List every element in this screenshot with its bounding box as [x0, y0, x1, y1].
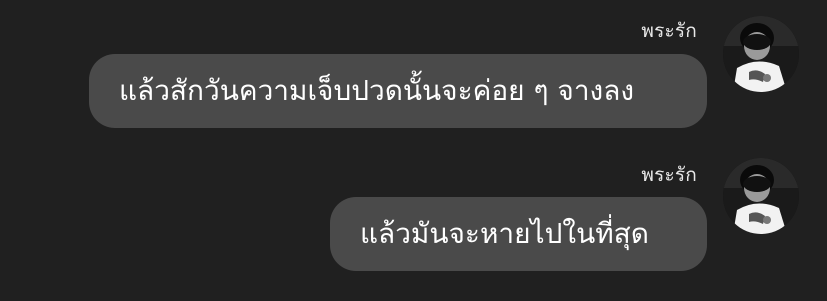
sender-name: พระรัก	[641, 20, 697, 42]
avatar[interactable]	[723, 16, 799, 92]
message-text: แล้วมันจะหายไปในที่สุด	[360, 217, 649, 250]
avatar[interactable]	[723, 158, 799, 234]
message-bubble[interactable]: แล้วมันจะหายไปในที่สุด	[330, 197, 707, 271]
profile-photo-avatar-icon	[723, 158, 799, 234]
message-bubble[interactable]: แล้วสักวันความเจ็บปวดนั้นจะค่อย ๆ จางลง	[89, 54, 707, 128]
chat-message: พระรัก แล้วสักวันความเจ็บปวดนั้นจะค่อย ๆ…	[0, 0, 827, 140]
chat-message: พระรัก แล้วมันจะหายไปในที่สุด	[0, 140, 827, 300]
profile-photo-avatar-icon	[723, 16, 799, 92]
sender-name: พระรัก	[641, 164, 697, 186]
message-text: แล้วสักวันความเจ็บปวดนั้นจะค่อย ๆ จางลง	[119, 74, 635, 107]
chat-thread: พระรัก แล้วสักวันความเจ็บปวดนั้นจะค่อย ๆ…	[0, 0, 827, 301]
